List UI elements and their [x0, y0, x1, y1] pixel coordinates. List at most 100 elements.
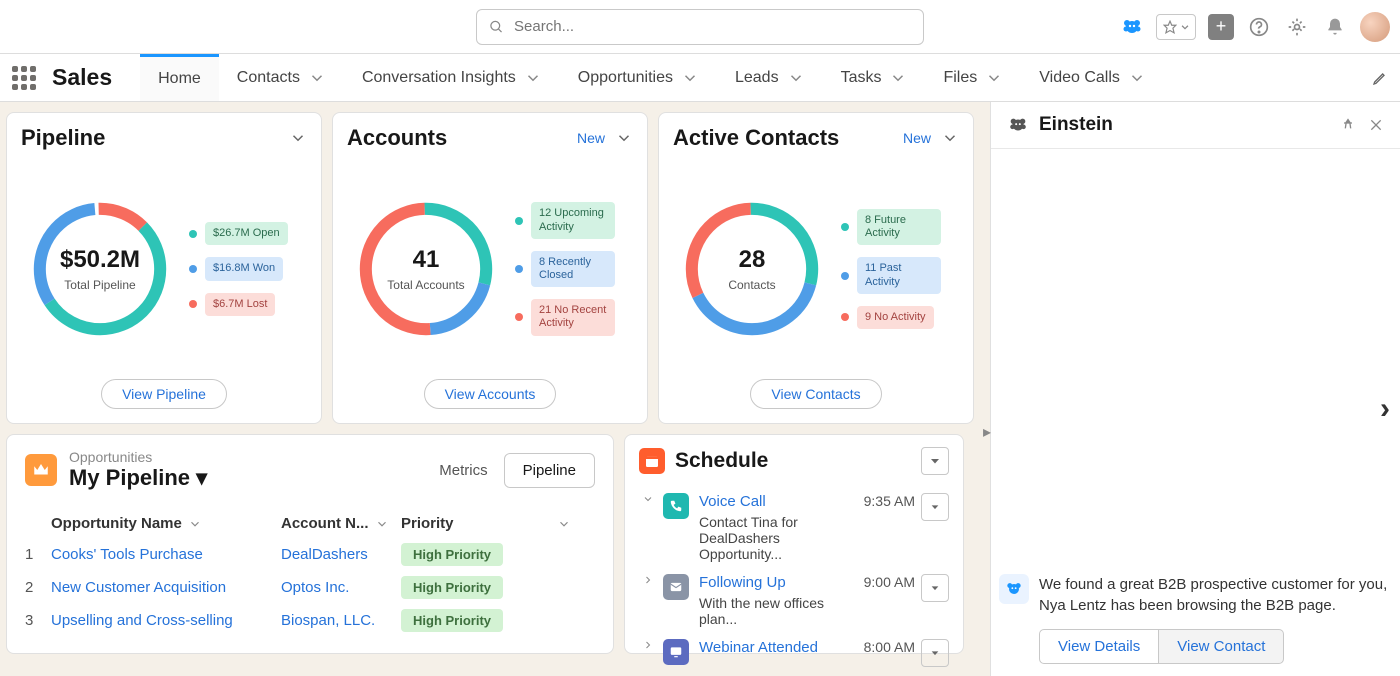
mail-icon	[663, 574, 689, 600]
view-pipeline-button[interactable]: View Pipeline	[101, 379, 227, 409]
legend-item: 11 Past Activity	[841, 257, 941, 293]
help-button[interactable]	[1246, 14, 1272, 40]
favorites-button[interactable]	[1156, 14, 1196, 40]
einstein-icon	[1007, 114, 1029, 136]
legend-item: 8 Recently Closed	[515, 251, 615, 287]
voice-call-icon	[663, 493, 689, 519]
legend-item: $26.7M Open	[189, 222, 288, 245]
view-details-button[interactable]: View Details	[1039, 629, 1159, 664]
schedule-card: Schedule Voice Call Contact Tina for Dea…	[624, 434, 964, 654]
pipeline-donut: $50.2M Total Pipeline	[21, 190, 179, 348]
tab-video-calls[interactable]: Video Calls	[1021, 54, 1164, 101]
chevron-right-icon[interactable]	[639, 574, 657, 586]
col-account-name[interactable]: Account N...	[281, 515, 401, 532]
nav-tabs: Home Contacts Conversation Insights Oppo…	[140, 54, 1164, 101]
schedule-menu-button[interactable]	[921, 447, 949, 475]
chevron-down-icon	[375, 517, 389, 531]
opportunity-link[interactable]: Cooks' Tools Purchase	[51, 546, 281, 563]
search-input[interactable]	[514, 18, 911, 35]
global-search[interactable]	[476, 9, 924, 45]
account-link[interactable]: Biospan, LLC.	[281, 612, 401, 629]
panel-expand-handle[interactable]: ▸	[983, 422, 991, 442]
schedule-item-menu[interactable]	[921, 639, 949, 667]
tab-conv-insights[interactable]: Conversation Insights	[344, 54, 560, 101]
app-navbar: Sales Home Contacts Conversation Insight…	[0, 54, 1400, 102]
pin-icon[interactable]	[1340, 117, 1356, 133]
einstein-panel: Einstein ▸ › We found a great B2B prospe…	[990, 102, 1400, 676]
legend-item: $16.8M Won	[189, 257, 288, 280]
chevron-down-icon	[889, 69, 907, 87]
schedule-item: Following Up With the new offices plan..…	[639, 568, 949, 633]
contacts-card: Active Contacts New 28	[658, 112, 974, 424]
chevron-down-icon	[681, 69, 699, 87]
col-opportunity-name[interactable]: Opportunity Name	[51, 515, 281, 532]
account-link[interactable]: Optos Inc.	[281, 579, 401, 596]
einstein-message: We found a great B2B prospective custome…	[999, 574, 1392, 665]
view-contact-button[interactable]: View Contact	[1159, 629, 1284, 664]
app-title: Sales	[52, 64, 112, 91]
opportunity-link[interactable]: Upselling and Cross-selling	[51, 612, 281, 629]
pipeline-title: Pipeline	[21, 125, 105, 151]
contacts-new-link[interactable]: New	[903, 130, 931, 146]
chevron-down-icon[interactable]	[639, 493, 657, 505]
priority-badge: High Priority	[401, 543, 503, 566]
settings-button[interactable]	[1284, 14, 1310, 40]
chevron-right-icon[interactable]	[639, 639, 657, 651]
legend-item: 9 No Activity	[841, 306, 941, 329]
app-launcher-icon[interactable]	[12, 66, 36, 90]
star-icon	[1163, 20, 1177, 34]
chevron-down-icon	[524, 69, 542, 87]
tab-contacts[interactable]: Contacts	[219, 54, 344, 101]
schedule-item: Webinar Attended 8:00 AM	[639, 633, 949, 673]
tab-leads[interactable]: Leads	[717, 54, 823, 101]
edit-nav-button[interactable]	[1360, 70, 1400, 86]
tab-tasks[interactable]: Tasks	[823, 54, 926, 101]
tab-files[interactable]: Files	[925, 54, 1021, 101]
chevron-down-icon	[1128, 69, 1146, 87]
global-create-button[interactable]: +	[1208, 14, 1234, 40]
table-row: 1 Cooks' Tools Purchase DealDashers High…	[25, 538, 595, 571]
schedule-item-menu[interactable]	[921, 493, 949, 521]
metrics-tab[interactable]: Metrics	[439, 462, 487, 479]
accounts-new-link[interactable]: New	[577, 130, 605, 146]
account-link[interactable]: DealDashers	[281, 546, 401, 563]
chevron-down-icon[interactable]	[615, 129, 633, 147]
calendar-icon	[639, 448, 665, 474]
chevron-down-icon	[787, 69, 805, 87]
schedule-item-link[interactable]: Voice Call	[699, 493, 847, 510]
close-icon[interactable]	[1368, 117, 1384, 133]
chevron-down-icon[interactable]	[289, 129, 307, 147]
contacts-donut: 28 Contacts	[673, 190, 831, 348]
schedule-item-link[interactable]: Webinar Attended	[699, 639, 847, 656]
chevron-down-icon	[985, 69, 1003, 87]
opportunity-link[interactable]: New Customer Acquisition	[51, 579, 281, 596]
col-priority[interactable]: Priority	[401, 515, 571, 532]
opportunities-card: Opportunities My Pipeline ▾ Metrics Pipe…	[6, 434, 614, 654]
user-avatar[interactable]	[1360, 12, 1390, 42]
chevron-down-icon	[188, 517, 202, 531]
crown-icon	[25, 454, 57, 486]
pipeline-tab[interactable]: Pipeline	[504, 453, 595, 488]
legend-item: 12 Upcoming Activity	[515, 202, 615, 238]
einstein-icon[interactable]	[1120, 15, 1144, 39]
notifications-button[interactable]	[1322, 14, 1348, 40]
table-header: Opportunity Name Account N... Priority	[25, 509, 595, 538]
chevron-down-icon[interactable]	[941, 129, 959, 147]
schedule-item-link[interactable]: Following Up	[699, 574, 847, 591]
pipeline-card: Pipeline $50.2M Total Pi	[6, 112, 322, 424]
legend-item: $6.7M Lost	[189, 293, 288, 316]
global-header: +	[0, 0, 1400, 54]
view-contacts-button[interactable]: View Contacts	[750, 379, 881, 409]
tab-home[interactable]: Home	[140, 54, 219, 101]
chevron-down-icon	[308, 69, 326, 87]
einstein-next[interactable]: ›	[1380, 392, 1390, 426]
view-accounts-button[interactable]: View Accounts	[424, 379, 557, 409]
legend-item: 21 No Recent Activity	[515, 299, 615, 335]
pipeline-view-selector[interactable]: My Pipeline ▾	[69, 465, 207, 491]
tab-opportunities[interactable]: Opportunities	[560, 54, 717, 101]
priority-badge: High Priority	[401, 609, 503, 632]
schedule-item-menu[interactable]	[921, 574, 949, 602]
contacts-title: Active Contacts	[673, 125, 839, 151]
accounts-donut: 41 Total Accounts	[347, 190, 505, 348]
einstein-avatar-icon	[999, 574, 1029, 604]
